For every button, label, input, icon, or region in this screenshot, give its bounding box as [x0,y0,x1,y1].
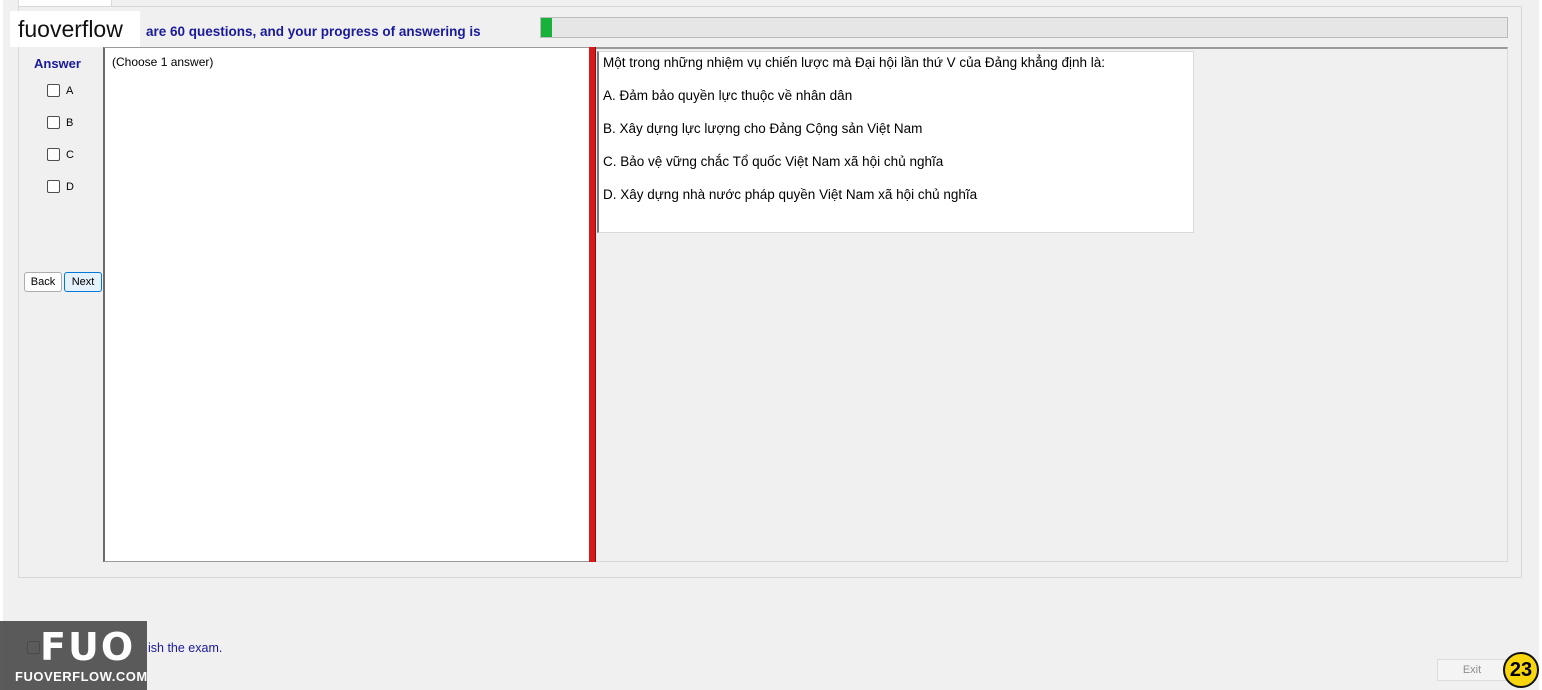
option-a-label: A [66,84,74,97]
choice-b: B. Xây dựng lực lượng cho Đảng Cộng sản … [603,121,923,136]
exit-button[interactable]: Exit [1437,659,1507,681]
checkbox-d[interactable] [47,180,60,193]
progress-fill [541,18,552,37]
question-pane: Một trong những nhiệm vụ chiến lược mà Đ… [596,47,1508,562]
progress-bar [540,17,1508,38]
option-b-label: B [66,116,74,129]
fuo-logo: FUO FUOVERFLOW.COM [0,621,147,690]
question-box: Một trong những nhiệm vụ chiến lược mà Đ… [597,51,1194,233]
pane-splitter[interactable] [589,47,596,562]
checkbox-a[interactable] [47,84,60,97]
option-d-label: D [66,180,74,193]
option-c-label: C [66,148,74,161]
back-button[interactable]: Back [24,272,62,292]
option-b[interactable]: B [47,116,73,129]
checkbox-b[interactable] [47,116,60,129]
option-c[interactable]: C [47,148,74,161]
option-a[interactable]: A [47,84,73,97]
question-text: Một trong những nhiệm vụ chiến lược mà Đ… [603,55,1105,70]
fuo-logo-url: FUOVERFLOW.COM [15,669,148,684]
next-button[interactable]: Next [64,272,102,292]
choose-instruction: (Choose 1 answer) [112,55,214,69]
choice-a: A. Đảm bảo quyền lực thuộc về nhân dân [603,88,853,103]
choice-c: C. Bảo vệ vững chắc Tổ quốc Việt Nam xã … [603,154,944,169]
answer-label: Answer [34,56,81,71]
finish-label: ish the exam. [148,641,223,655]
progress-text: are 60 questions, and your progress of a… [146,24,481,39]
watermark-brand: fuoverflow [10,11,140,47]
checkbox-c[interactable] [47,148,60,161]
option-d[interactable]: D [47,180,74,193]
instruction-pane: (Choose 1 answer) [103,47,590,562]
fuo-logo-text: FUO [40,625,136,669]
question-number-badge: 23 [1503,652,1539,688]
choice-d: D. Xây dựng nhà nước pháp quyền Việt Nam… [603,187,978,202]
